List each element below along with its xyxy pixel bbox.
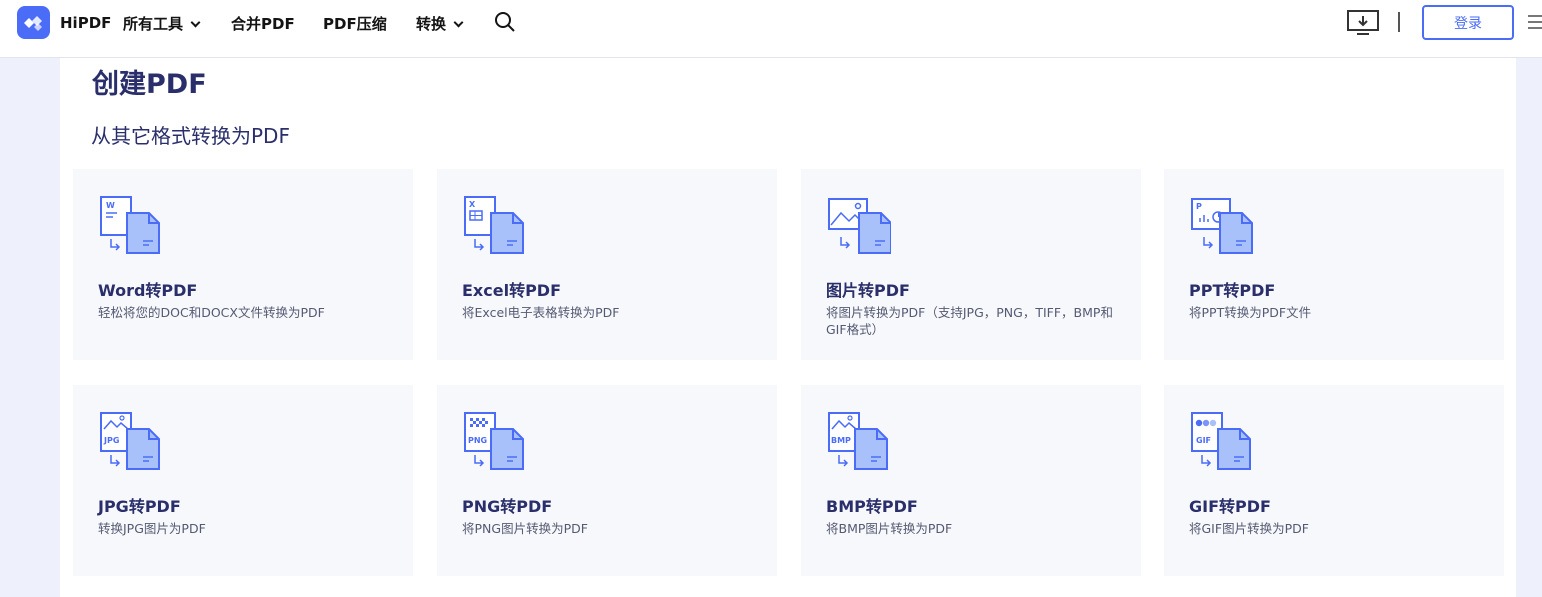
search-icon[interactable]: [494, 11, 516, 33]
svg-text:PNG: PNG: [468, 436, 487, 445]
login-button[interactable]: 登录: [1422, 5, 1514, 40]
excel-doc-icon: X: [464, 196, 524, 254]
tool-title: PPT转PDF: [1189, 281, 1276, 300]
page-title: 创建PDF: [92, 69, 207, 100]
tool-card-gif-to-pdf[interactable]: GIF GIF转PDF 将GIF图片转换为PDF: [1164, 385, 1504, 576]
tool-description: 将BMP图片转换为PDF: [826, 521, 953, 536]
nav-merge-pdf[interactable]: 合并PDF: [231, 13, 295, 34]
tool-title: Word转PDF: [98, 281, 198, 300]
tool-description: 将Excel电子表格转换为PDF: [462, 305, 620, 320]
tool-description: 将GIF图片转换为PDF: [1189, 521, 1309, 536]
svg-text:P: P: [1196, 202, 1202, 211]
header-divider: [1398, 12, 1400, 32]
word-doc-icon: W: [100, 196, 160, 254]
svg-text:BMP: BMP: [831, 436, 851, 445]
section-subtitle: 从其它格式转换为PDF: [91, 124, 290, 148]
chevron-down-icon: [190, 17, 201, 27]
png-doc-icon: PNG: [464, 412, 524, 470]
tool-title: JPG转PDF: [98, 497, 181, 516]
tool-description: 将PPT转换为PDF文件: [1189, 305, 1312, 320]
desktop-download-icon[interactable]: [1346, 9, 1380, 37]
nav-convert-label: 转换: [416, 15, 447, 33]
svg-text:JPG: JPG: [103, 436, 119, 445]
tool-description: 轻松将您的DOC和DOCX文件转换为PDF: [98, 305, 325, 320]
tool-card-image-to-pdf[interactable]: 图片转PDF 将图片转换为PDF（支持JPG，PNG，TIFF，BMP和GIF格…: [801, 169, 1141, 360]
nav-convert[interactable]: 转换: [416, 13, 464, 34]
nav-compress-pdf-label: PDF压缩: [323, 15, 387, 33]
nav-all-tools-label: 所有工具: [123, 15, 184, 33]
nav-merge-pdf-label: 合并PDF: [231, 15, 295, 33]
top-header: HiPDF 所有工具 合并PDF PDF压缩 转换 登录: [0, 0, 1542, 58]
tool-title: BMP转PDF: [826, 497, 918, 516]
svg-text:X: X: [469, 200, 476, 209]
tool-title: GIF转PDF: [1189, 497, 1271, 516]
jpg-doc-icon: JPG: [100, 412, 160, 470]
image-doc-icon: [828, 198, 891, 254]
bmp-doc-icon: BMP: [828, 412, 888, 470]
create-pdf-panel: 创建PDF 从其它格式转换为PDF W Word转PDF 轻松将您的DOC和DO…: [60, 58, 1516, 597]
chevron-down-icon: [453, 17, 464, 27]
gif-doc-icon: GIF: [1191, 412, 1251, 470]
hamburger-menu-icon[interactable]: [1528, 15, 1542, 29]
tool-card-excel-to-pdf[interactable]: X Excel转PDF 将Excel电子表格转换为PDF: [437, 169, 777, 360]
tool-card-ppt-to-pdf[interactable]: P PPT转PDF 将PPT转换为PDF文件: [1164, 169, 1504, 360]
svg-text:GIF: GIF: [1196, 436, 1211, 445]
tool-description: 将PNG图片转换为PDF: [462, 521, 588, 536]
tool-description: 转换JPG图片为PDF: [98, 521, 206, 536]
nav-compress-pdf[interactable]: PDF压缩: [323, 13, 387, 34]
tool-card-bmp-to-pdf[interactable]: BMP BMP转PDF 将BMP图片转换为PDF: [801, 385, 1141, 576]
tool-card-png-to-pdf[interactable]: PNG PNG转PDF 将PNG图片转换为PDF: [437, 385, 777, 576]
tool-title: 图片转PDF: [826, 281, 910, 300]
tool-card-word-to-pdf[interactable]: W Word转PDF 轻松将您的DOC和DOCX文件转换为PDF: [73, 169, 413, 360]
brand-name[interactable]: HiPDF: [60, 14, 111, 32]
tool-title: PNG转PDF: [462, 497, 553, 516]
tool-card-jpg-to-pdf[interactable]: JPG JPG转PDF 转换JPG图片为PDF: [73, 385, 413, 576]
svg-text:W: W: [106, 201, 115, 210]
nav-all-tools[interactable]: 所有工具: [123, 13, 201, 34]
hipdf-logo-icon[interactable]: [17, 6, 50, 39]
ppt-doc-icon: P: [1191, 198, 1253, 254]
tool-description: 将图片转换为PDF（支持JPG，PNG，TIFF，BMP和GIF格式）: [826, 305, 1113, 337]
tool-title: Excel转PDF: [462, 281, 562, 300]
